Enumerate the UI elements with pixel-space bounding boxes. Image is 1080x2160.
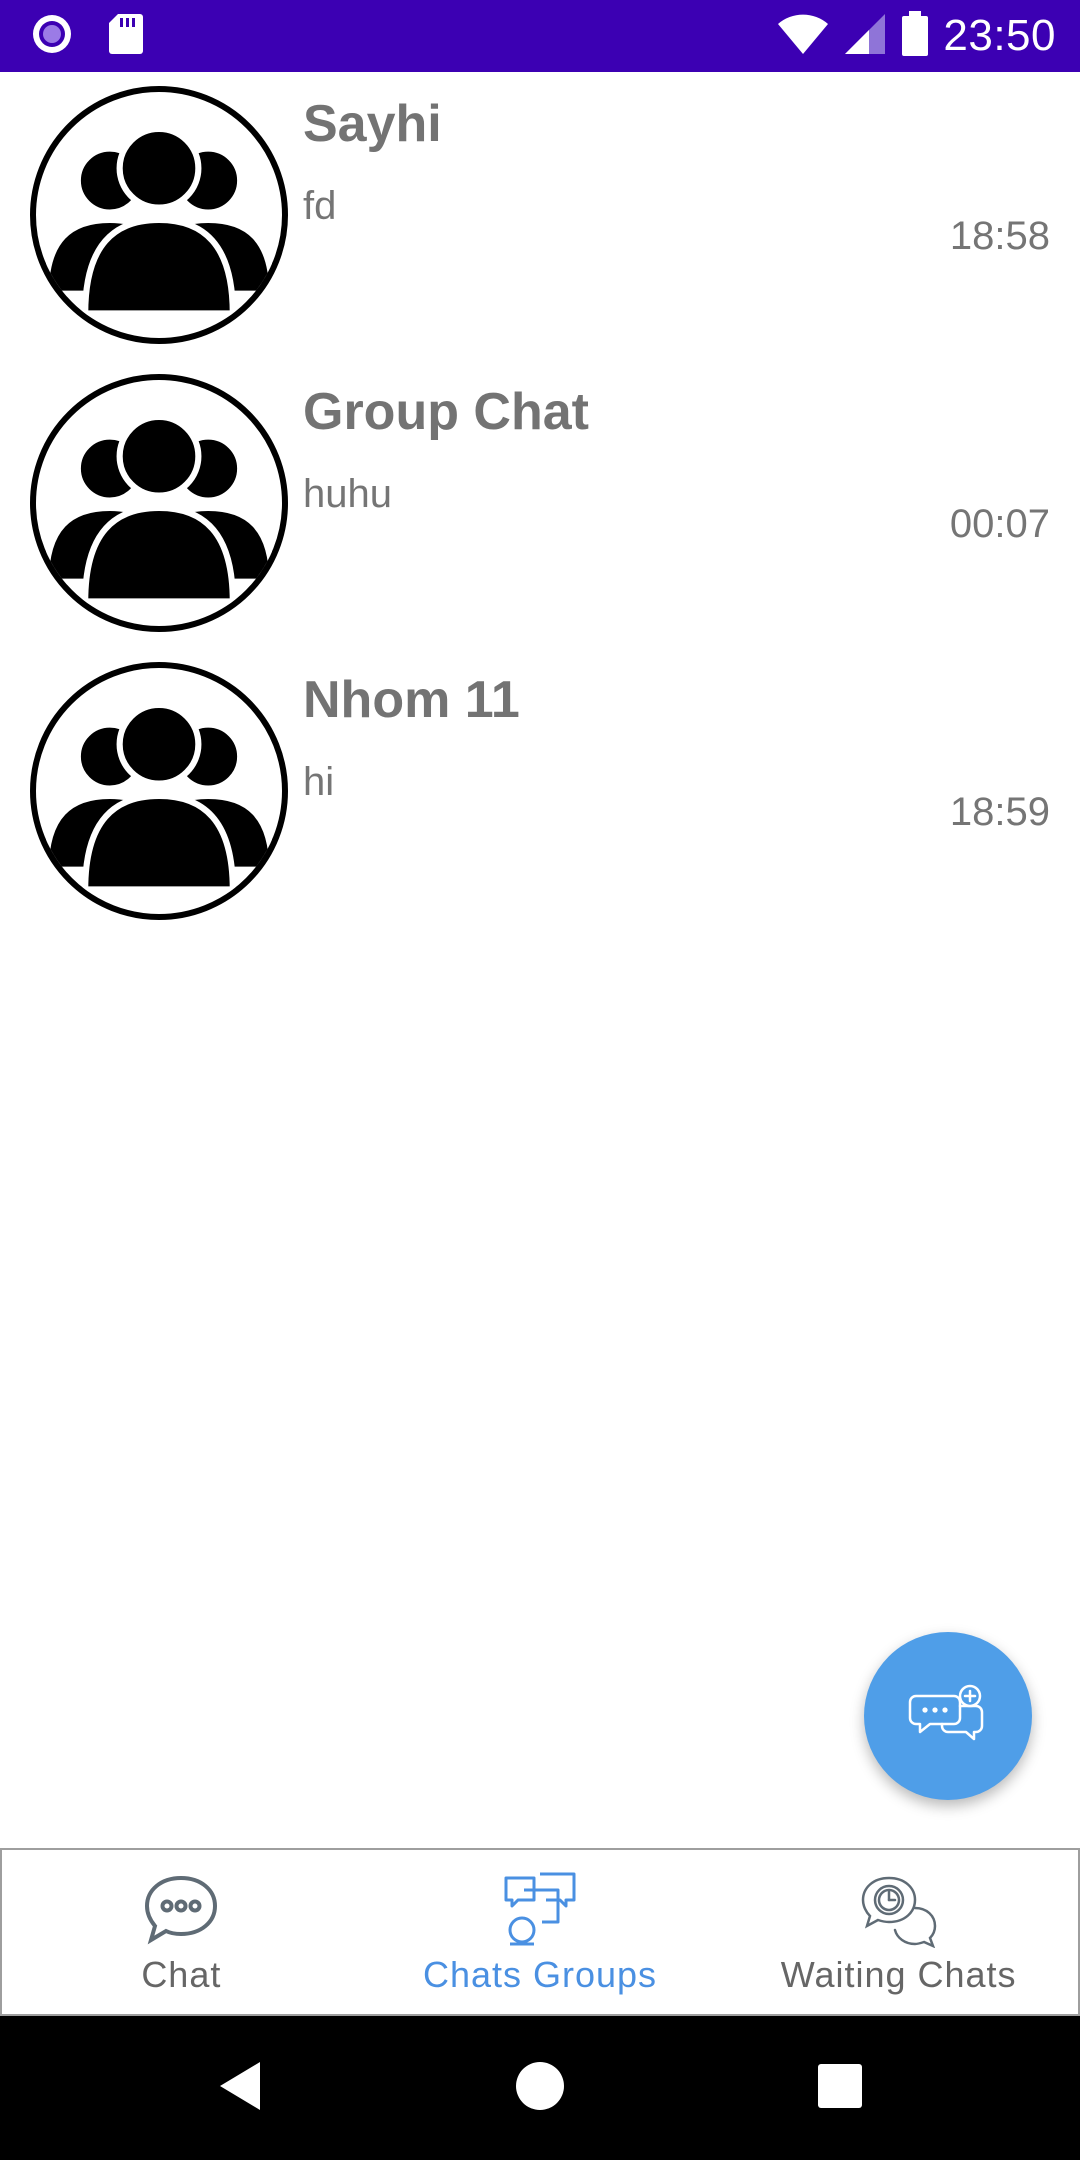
chat-bubble-icon	[141, 1872, 221, 1948]
wifi-icon	[777, 12, 829, 61]
nav-label-waiting-chats: Waiting Chats	[780, 1954, 1017, 1995]
home-icon	[515, 2061, 565, 2116]
chat-group-list: Sayhi fd 18:58 Group Chat huhu 00:07 Nho…	[0, 72, 1080, 936]
battery-icon	[901, 10, 929, 62]
chat-last-message: fd	[303, 184, 337, 228]
chat-name: Nhom 11	[303, 671, 520, 729]
chat-time: 18:58	[949, 214, 1050, 258]
group-avatar-icon	[30, 374, 288, 632]
nav-item-chat[interactable]: Chat	[2, 1850, 361, 2014]
group-avatar-icon	[30, 86, 288, 344]
signal-icon	[843, 12, 887, 61]
status-time: 23:50	[943, 11, 1056, 60]
nav-label-chats-groups: Chats Groups	[422, 1954, 658, 1995]
chat-list-item[interactable]: Group Chat huhu 00:07	[0, 360, 1080, 648]
chat-last-message: hi	[303, 760, 335, 804]
chat-last-message: huhu	[303, 472, 392, 516]
home-button[interactable]	[492, 2040, 588, 2136]
recents-button[interactable]	[792, 2040, 888, 2136]
back-button[interactable]	[192, 2040, 288, 2136]
nav-item-chats-groups[interactable]: Chats Groups	[361, 1850, 720, 2014]
new-chat-button[interactable]	[864, 1632, 1032, 1800]
sd-card-icon	[108, 12, 144, 61]
system-navigation-bar	[0, 2016, 1080, 2160]
nav-item-waiting-chats[interactable]: Waiting Chats	[719, 1850, 1078, 2014]
nav-label-chat: Chat	[141, 1954, 222, 1995]
bottom-navigation: Chat Chats Groups Waiting Chats	[0, 1848, 1080, 2016]
record-icon	[30, 12, 74, 61]
new-chat-icon	[908, 1682, 988, 1751]
chat-time: 00:07	[949, 502, 1050, 546]
back-icon	[216, 2060, 264, 2117]
chat-list-item[interactable]: Nhom 11 hi 18:59	[0, 648, 1080, 936]
chat-name: Sayhi	[303, 95, 442, 153]
status-bar: 23:50	[0, 0, 1080, 72]
chat-time: 18:59	[949, 790, 1050, 834]
waiting-chats-icon	[859, 1872, 939, 1949]
recents-icon	[817, 2063, 863, 2114]
chat-list-item[interactable]: Sayhi fd 18:58	[0, 72, 1080, 360]
chat-name: Group Chat	[303, 383, 589, 441]
group-avatar-icon	[30, 662, 288, 920]
chat-groups-icon	[500, 1872, 580, 1948]
